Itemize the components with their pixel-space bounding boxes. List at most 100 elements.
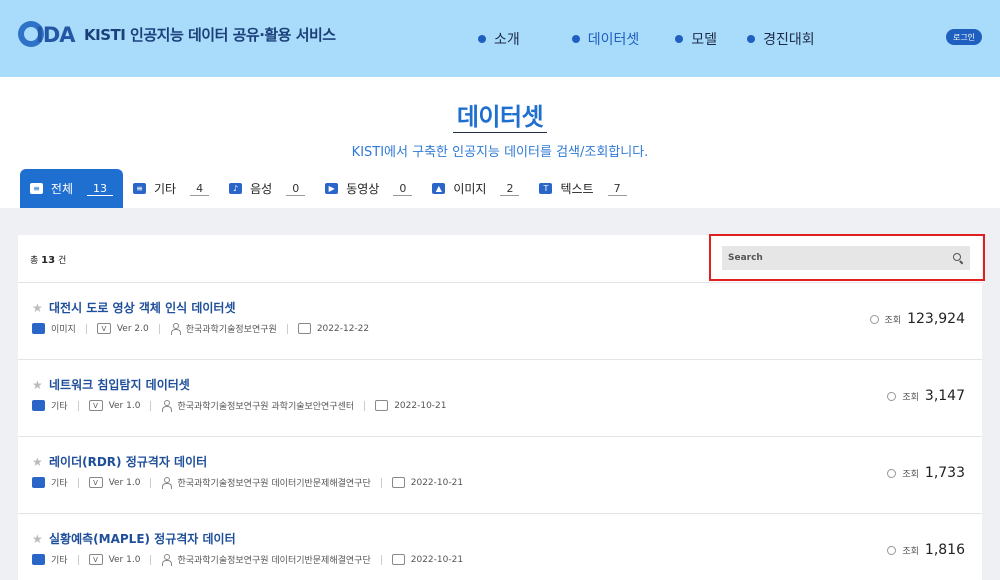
page-title: 데이터셋 [456, 103, 544, 131]
check-icon [887, 468, 897, 478]
page-header: 데이터셋 KISTI에서 구축한 인공지능 데이터를 검색/조회합니다. ≡ 전… [0, 77, 1000, 208]
tab-count: 0 [393, 182, 413, 196]
tab-label: 이미지 [453, 182, 487, 196]
dataset-meta: 기타 V Ver 1.0 한국과학기술정보연구원 과학기술보안연구센터 2022… [32, 399, 447, 412]
tab-label: 동영상 [346, 182, 380, 196]
divider [150, 477, 152, 488]
view-count: 조회 1,816 [887, 542, 965, 558]
bullet-icon [571, 35, 580, 43]
dataset-title[interactable]: 네트워크 침입탐지 데이터셋 [49, 376, 190, 393]
dataset-org: 한국과학기술정보연구원 데이터기반문제해결연구단 [177, 556, 371, 566]
divider [286, 323, 288, 334]
tab-all[interactable]: ≡ 전체 13 [20, 169, 123, 208]
divider [158, 323, 160, 334]
dataset-row: ★ 레이더(RDR) 정규격자 데이터 기타 V Ver 1.0 한국과학기술정… [18, 436, 982, 513]
dataset-row: ★ 실황예측(MAPLE) 정규격자 데이터 기타 V Ver 1.0 한국과학… [18, 513, 982, 580]
dataset-version: Ver 1.0 [108, 477, 141, 488]
login-button[interactable]: 로그인 [946, 29, 982, 45]
star-icon[interactable]: ★ [32, 532, 43, 546]
divider [77, 477, 79, 488]
tab-image[interactable]: ▲ 이미지 2 [422, 169, 529, 208]
version-icon: V [96, 323, 111, 334]
bullet-icon [675, 35, 684, 43]
image-icon [32, 323, 45, 334]
star-icon[interactable]: ★ [32, 301, 43, 315]
bullet-icon [478, 35, 486, 43]
dataset-type: 기타 [51, 402, 68, 412]
logo-mark: IDA [18, 19, 78, 49]
calendar-icon [391, 477, 405, 488]
dataset-title[interactable]: 대전시 도로 영상 객체 인식 데이터셋 [49, 299, 236, 316]
list-icon: ≡ [133, 183, 146, 194]
calendar-icon [375, 400, 389, 411]
version-icon: V [88, 554, 103, 565]
nav-item-intro[interactable]: 소개 [478, 29, 520, 49]
list-icon: ≡ [30, 183, 43, 194]
nav-label: 소개 [494, 32, 520, 48]
video-icon: ▶ [325, 183, 339, 194]
list-icon [32, 477, 45, 488]
star-icon[interactable]: ★ [32, 455, 43, 469]
tab-count: 13 [87, 182, 113, 196]
dataset-title[interactable]: 레이더(RDR) 정규격자 데이터 [49, 453, 207, 470]
view-label: 조회 [884, 315, 902, 326]
search-highlight-frame [709, 234, 985, 281]
view-number: 1,733 [924, 465, 965, 481]
bullet-icon [747, 35, 756, 43]
dataset-org: 한국과학기술정보연구원 데이터기반문제해결연구단 [177, 479, 371, 489]
search-box [722, 246, 970, 270]
divider [77, 554, 79, 565]
dataset-date: 2022-12-22 [316, 323, 370, 334]
check-icon [887, 545, 897, 555]
image-icon: ▲ [432, 183, 446, 194]
search-icon[interactable] [952, 252, 964, 264]
dataset-date: 2022-10-21 [410, 477, 464, 488]
view-count: 조회 123,924 [869, 311, 965, 327]
dataset-type: 이미지 [51, 325, 76, 335]
nav-item-competitions[interactable]: 경진대회 [747, 29, 815, 49]
dataset-row: ★ 대전시 도로 영상 객체 인식 데이터셋 이미지 V Ver 2.0 한국과… [18, 282, 982, 359]
divider [150, 554, 152, 565]
tab-video[interactable]: ▶ 동영상 0 [315, 169, 422, 208]
dataset-meta: 기타 V Ver 1.0 한국과학기술정보연구원 데이터기반문제해결연구단 20… [32, 553, 463, 566]
dataset-type: 기타 [51, 556, 68, 566]
search-input[interactable] [728, 253, 952, 263]
tab-label: 음성 [250, 182, 273, 196]
tab-count: 0 [286, 182, 306, 196]
nav-item-models[interactable]: 모델 [675, 29, 717, 49]
logo-text: IDA [36, 23, 75, 47]
title-underline [453, 132, 547, 133]
total-count: 총 13 건 [30, 253, 66, 266]
view-number: 123,924 [907, 311, 965, 327]
view-label: 조회 [902, 546, 919, 557]
version-icon: V [88, 400, 103, 411]
dataset-title[interactable]: 실황예측(MAPLE) 정규격자 데이터 [49, 530, 236, 547]
divider [380, 477, 382, 488]
tab-audio[interactable]: ♪ 음성 0 [219, 169, 315, 208]
nav-label: 데이터셋 [587, 32, 640, 48]
person-icon [170, 323, 181, 335]
divider [150, 400, 152, 411]
star-icon[interactable]: ★ [32, 378, 43, 392]
calendar-icon [391, 554, 405, 565]
tab-text[interactable]: T 텍스트 7 [529, 169, 636, 208]
dataset-date: 2022-10-21 [410, 554, 464, 565]
total-number: 13 [41, 255, 56, 266]
audio-icon: ♪ [229, 183, 243, 194]
category-tabs: ≡ 전체 13 ≡ 기타 4 ♪ 음성 0 ▶ 동영상 0 ▲ 이미지 2 T … [20, 169, 637, 208]
tab-label: 기타 [154, 182, 177, 196]
view-label: 조회 [902, 392, 919, 403]
tab-label: 전체 [50, 182, 73, 196]
tab-etc[interactable]: ≡ 기타 4 [123, 169, 219, 208]
site-logo[interactable]: IDA KISTI 인공지능 데이터 공유·활용 서비스 [18, 18, 336, 50]
nav-item-datasets[interactable]: 데이터셋 [571, 29, 640, 49]
view-label: 조회 [902, 469, 919, 480]
total-prefix: 총 [30, 256, 39, 266]
dataset-version: Ver 1.0 [108, 400, 141, 411]
list-icon [32, 554, 45, 565]
dataset-type: 기타 [51, 479, 68, 489]
version-icon: V [88, 477, 103, 488]
divider [85, 323, 87, 334]
tab-count: 2 [500, 182, 520, 196]
calendar-icon [297, 323, 311, 334]
